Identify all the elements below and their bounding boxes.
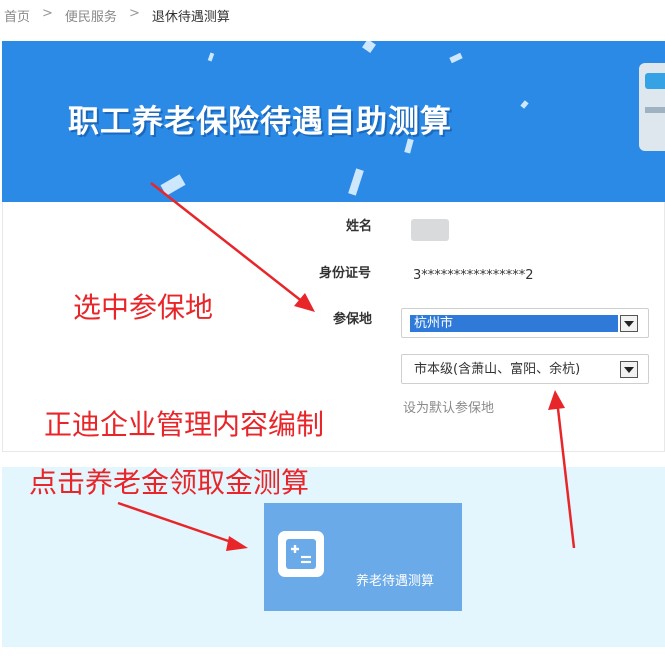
decor-shard [207, 52, 215, 62]
hero-banner: 职工养老保险待遇自助测算 [2, 41, 665, 202]
banner-title: 职工养老保险待遇自助测算 [68, 104, 452, 140]
annotation-watermark: 正迪企业管理内容编制 [44, 408, 325, 441]
breadcrumb: 首页 > 便民服务 > 退休待遇测算 [4, 6, 230, 25]
calculator-icon [278, 531, 324, 577]
decor-shard [362, 41, 376, 53]
atm-illustration [639, 63, 665, 151]
id-label: 身份证号 [319, 266, 372, 281]
district-select[interactable]: 市本级(含萧山、富阳、余杭) [401, 354, 649, 384]
annotation-click-hint: 点击养老金领取金测算 [29, 466, 310, 499]
breadcrumb-current: 退休待遇测算 [151, 10, 230, 25]
chevron-down-icon[interactable] [620, 315, 638, 332]
district-select-value: 市本级(含萧山、富阳、余杭) [414, 362, 581, 377]
decor-shard [348, 168, 364, 196]
id-value: 3****************2 [413, 268, 534, 283]
atm-screen [645, 73, 665, 89]
chevron-down-icon[interactable] [620, 361, 638, 378]
name-value-blurred [411, 219, 449, 241]
breadcrumb-separator: > [128, 6, 140, 21]
set-default-region-link[interactable]: 设为默认参保地 [403, 397, 494, 416]
pension-calc-label: 养老待遇测算 [356, 574, 435, 589]
atm-slot [645, 107, 665, 113]
city-select-value: 杭州市 [410, 315, 618, 332]
annotation-select-region: 选中参保地 [73, 291, 214, 324]
breadcrumb-section[interactable]: 便民服务 [65, 6, 117, 25]
breadcrumb-home[interactable]: 首页 [4, 6, 30, 25]
decor-shard [520, 100, 529, 109]
city-select[interactable]: 杭州市 [401, 308, 649, 338]
decor-shard [449, 52, 463, 64]
name-label: 姓名 [346, 219, 373, 234]
breadcrumb-separator: > [42, 6, 53, 21]
region-label: 参保地 [333, 312, 373, 327]
pension-calc-tile[interactable]: 养老待遇测算 [264, 503, 462, 611]
decor-shard [160, 174, 186, 196]
